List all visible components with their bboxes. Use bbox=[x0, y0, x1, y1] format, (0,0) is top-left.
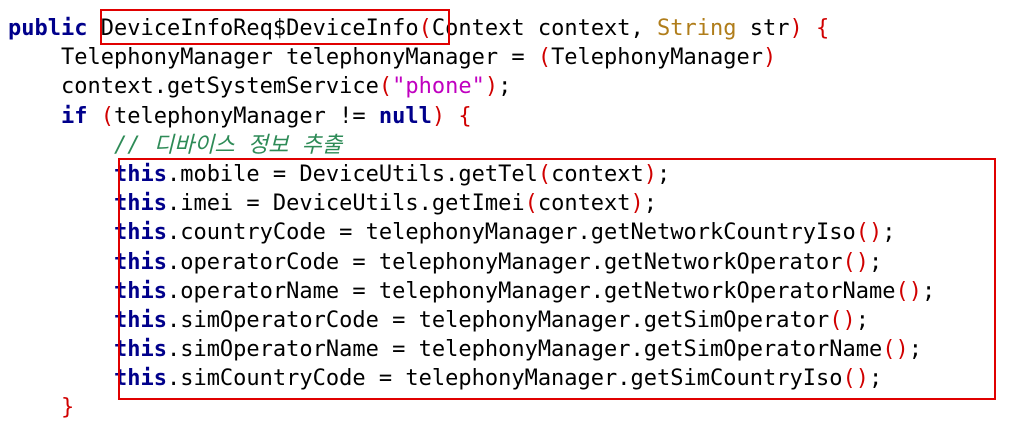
keyword-this: this bbox=[113, 307, 167, 333]
paren-close: ) bbox=[855, 249, 869, 275]
method-call: context.getSystemService bbox=[60, 74, 379, 100]
call-argument: context bbox=[551, 161, 644, 187]
paren-open: ( bbox=[537, 45, 552, 71]
keyword-this: this bbox=[113, 366, 167, 392]
paren-open: ( bbox=[418, 16, 432, 41]
paren-open: ( bbox=[537, 161, 552, 187]
brace-close: } bbox=[60, 395, 75, 421]
paren-close: ) bbox=[842, 307, 856, 333]
paren-open: ( bbox=[895, 278, 909, 304]
paren-close: ) bbox=[789, 16, 803, 41]
assignment-line: this.operatorName = telephonyManager.get… bbox=[8, 277, 935, 306]
keyword-this: this bbox=[113, 220, 167, 246]
keyword-this: this bbox=[113, 161, 167, 187]
paren-close: ) bbox=[855, 366, 869, 392]
paren-open: ( bbox=[882, 337, 896, 363]
assignment-line: this.mobile = DeviceUtils.getTel(context… bbox=[8, 160, 935, 189]
assignment-expression: .operatorName = telephonyManager.getNetw… bbox=[166, 278, 896, 304]
condition: telephonyManager != bbox=[113, 103, 379, 129]
semicolon: ; bbox=[643, 191, 658, 217]
paren-open: ( bbox=[842, 249, 856, 275]
cast-type: TelephonyManager bbox=[551, 45, 763, 71]
assignment-expression: .simOperatorCode = telephonyManager.getS… bbox=[166, 307, 830, 333]
param-context: Context context, bbox=[431, 16, 658, 41]
paren-close: ) bbox=[868, 220, 883, 246]
code-block: public DeviceInfoReq$DeviceInfo(Context … bbox=[8, 14, 935, 423]
assignment-expression: .countryCode = telephonyManager.getNetwo… bbox=[166, 220, 856, 246]
assignment-line: this.simOperatorName = telephonyManager.… bbox=[8, 335, 935, 364]
param-str: str bbox=[736, 16, 790, 41]
code-line-closing: } bbox=[8, 393, 935, 422]
keyword-if: if bbox=[60, 103, 88, 129]
assignment-expression: .imei = DeviceUtils.getImei bbox=[166, 191, 525, 217]
keyword-this: this bbox=[113, 249, 167, 275]
keyword-public: public bbox=[8, 16, 88, 41]
brace-open: { bbox=[816, 16, 830, 41]
semicolon: ; bbox=[921, 278, 936, 304]
paren-open: ( bbox=[842, 366, 856, 392]
assignment-line: this.operatorCode = telephonyManager.get… bbox=[8, 248, 935, 277]
type-string: String bbox=[657, 16, 737, 41]
keyword-this: this bbox=[113, 337, 167, 363]
paren-close: ) bbox=[762, 45, 777, 71]
paren-close: ) bbox=[643, 161, 658, 187]
assignment-lines: this.mobile = DeviceUtils.getTel(context… bbox=[8, 160, 935, 394]
assignment-line: this.simCountryCode = telephonyManager.g… bbox=[8, 364, 935, 393]
semicolon: ; bbox=[868, 366, 883, 392]
code-line-4: if (telephonyManager != null) { bbox=[8, 102, 935, 131]
keyword-null: null bbox=[378, 103, 432, 129]
paren-open: ( bbox=[378, 74, 393, 100]
declaration: TelephonyManager telephonyManager = bbox=[60, 45, 538, 71]
assignment-expression: .simCountryCode = telephonyManager.getSi… bbox=[166, 366, 843, 392]
paren-open: ( bbox=[829, 307, 843, 333]
assignment-line: this.imei = DeviceUtils.getImei(context)… bbox=[8, 189, 935, 218]
semicolon: ; bbox=[908, 337, 922, 363]
assignment-line: this.simOperatorCode = telephonyManager.… bbox=[8, 306, 935, 335]
paren-open: ( bbox=[855, 220, 869, 246]
call-argument: context bbox=[537, 191, 631, 217]
assignment-expression: .simOperatorName = telephonyManager.getS… bbox=[166, 337, 883, 363]
paren-open: ( bbox=[100, 103, 114, 129]
code-line-3: context.getSystemService("phone"); bbox=[60, 74, 512, 100]
assignment-expression: .operatorCode = telephonyManager.getNetw… bbox=[166, 249, 843, 275]
string-literal: "phone" bbox=[392, 74, 485, 100]
keyword-this: this bbox=[113, 278, 167, 304]
paren-close: ) bbox=[630, 191, 644, 217]
semicolon: ; bbox=[657, 161, 671, 187]
brace-open: { bbox=[458, 103, 472, 129]
assignment-expression: .mobile = DeviceUtils.getTel bbox=[166, 161, 538, 187]
paren-close: ) bbox=[908, 278, 922, 304]
method-name: DeviceInfoReq$DeviceInfo bbox=[100, 16, 419, 41]
semicolon: ; bbox=[882, 220, 896, 246]
semicolon: ; bbox=[855, 307, 869, 333]
code-comment: // 디바이스 정보 추출 bbox=[113, 132, 343, 158]
keyword-this: this bbox=[113, 191, 167, 217]
assignment-line: this.countryCode = telephonyManager.getN… bbox=[8, 218, 935, 247]
paren-close: ) bbox=[895, 337, 909, 363]
paren-close: ) bbox=[431, 103, 446, 129]
code-line-2: TelephonyManager telephonyManager = (Tel… bbox=[8, 43, 935, 72]
code-line-1: public DeviceInfoReq$DeviceInfo(Context … bbox=[8, 14, 935, 43]
paren-close: ) bbox=[484, 74, 499, 100]
code-line-5: // 디바이스 정보 추출 bbox=[8, 131, 935, 160]
semicolon: ; bbox=[868, 249, 883, 275]
paren-open: ( bbox=[524, 191, 538, 217]
